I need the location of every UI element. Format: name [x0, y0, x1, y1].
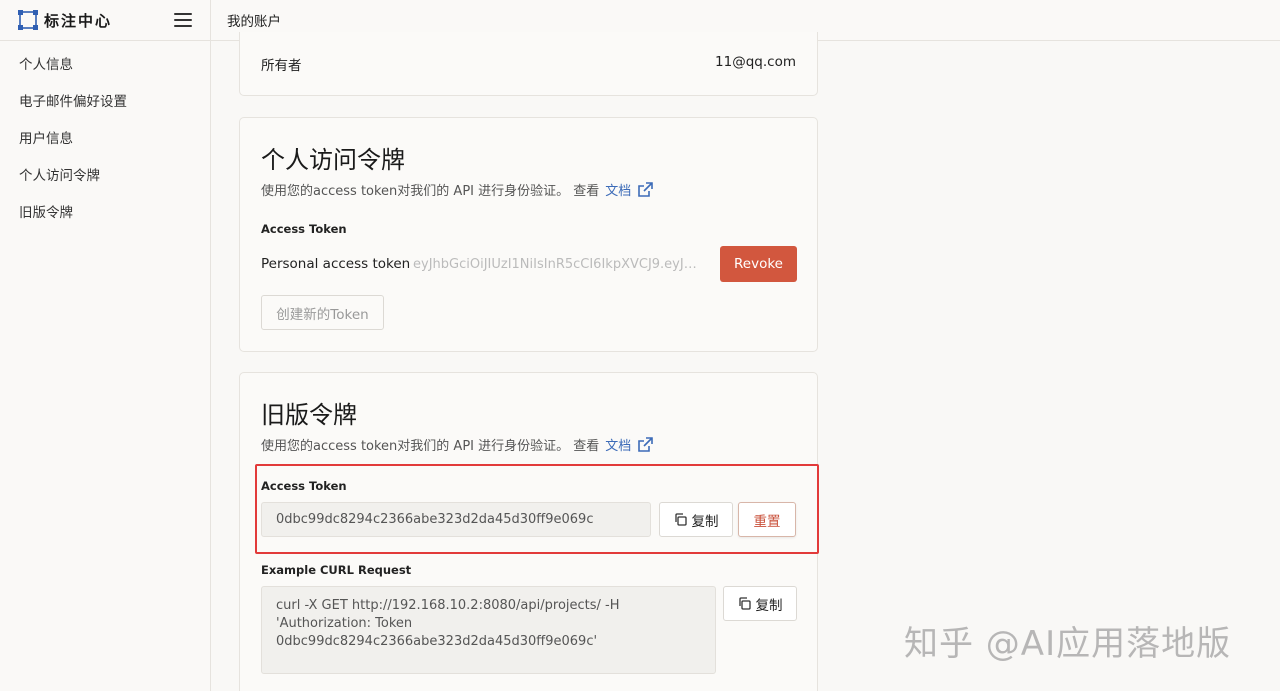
sidebar-item-personal-info[interactable]: 个人信息	[0, 53, 210, 90]
owner-value: 11@qq.com	[715, 54, 796, 70]
token-row: Personal access token eyJhbGciOiJIUzI1Ni…	[261, 246, 797, 282]
curl-label: Example CURL Request	[261, 563, 412, 577]
legacy-token-field[interactable]: 0dbc99dc8294c2366abe323d2da45d30ff9e069c	[261, 502, 651, 537]
sidebar-nav: 个人信息 电子邮件偏好设置 用户信息 个人访问令牌 旧版令牌	[0, 41, 210, 238]
section-title: 旧版令牌	[261, 401, 357, 429]
create-token-button[interactable]: 创建新的Token	[261, 295, 384, 330]
owner-card: 所有者 11@qq.com	[239, 32, 818, 96]
sidebar-item-user-info[interactable]: 用户信息	[0, 127, 210, 164]
token-value: eyJhbGciOiJIUzI1NiIsInR5cCI6IkpXVCJ9.eyJ…	[413, 256, 697, 272]
watermark: 知乎 @AI应用落地版	[904, 624, 1232, 664]
sidebar-item-email-preferences[interactable]: 电子邮件偏好设置	[0, 90, 210, 127]
copy-icon	[674, 513, 687, 526]
reset-token-button[interactable]: 重置	[738, 502, 796, 537]
external-link-icon	[638, 181, 654, 197]
access-token-label: Access Token	[261, 222, 347, 236]
description-text: 使用您的access token对我们的 API 进行身份验证。 查看	[261, 184, 600, 199]
docs-link[interactable]: 文档	[605, 180, 654, 199]
owner-row: 所有者 11@qq.com	[261, 54, 796, 74]
access-token-label: Access Token	[261, 479, 347, 493]
docs-link[interactable]: 文档	[605, 435, 654, 454]
copy-label: 复制	[691, 513, 719, 530]
curl-line: curl -X GET http://192.168.10.2:8080/api…	[276, 598, 620, 613]
copy-label: 复制	[755, 597, 783, 614]
copy-token-button[interactable]: 复制	[659, 502, 733, 537]
token-name: Personal access token	[261, 256, 411, 272]
sidebar-item-personal-access-token[interactable]: 个人访问令牌	[0, 164, 210, 201]
curl-example-box[interactable]: curl -X GET http://192.168.10.2:8080/api…	[261, 586, 716, 674]
page-title: 我的账户	[227, 14, 281, 30]
brand-name: 标注中心	[44, 11, 113, 30]
copy-curl-button[interactable]: 复制	[723, 586, 797, 621]
hamburger-menu-icon[interactable]	[174, 13, 192, 27]
sidebar-header: 标注中心	[0, 0, 210, 41]
external-link-icon	[638, 436, 654, 452]
description-text: 使用您的access token对我们的 API 进行身份验证。 查看	[261, 439, 600, 454]
copy-icon	[738, 597, 751, 610]
revoke-button[interactable]: Revoke	[720, 246, 797, 282]
annotation-logo-icon	[18, 10, 38, 30]
owner-label: 所有者	[261, 58, 302, 74]
section-description: 使用您的access token对我们的 API 进行身份验证。 查看 文档	[261, 180, 654, 199]
curl-line: 0dbc99dc8294c2366abe323d2da45d30ff9e069c…	[276, 634, 598, 649]
sidebar-item-legacy-token[interactable]: 旧版令牌	[0, 201, 210, 238]
legacy-token-card: 旧版令牌 使用您的access token对我们的 API 进行身份验证。 查看…	[239, 372, 819, 691]
curl-line: 'Authorization: Token	[276, 616, 413, 631]
docs-link-label: 文档	[605, 184, 632, 199]
personal-access-token-card: 个人访问令牌 使用您的access token对我们的 API 进行身份验证。 …	[239, 117, 818, 352]
sidebar: 标注中心 个人信息 电子邮件偏好设置 用户信息 个人访问令牌 旧版令牌	[0, 0, 211, 691]
section-description: 使用您的access token对我们的 API 进行身份验证。 查看 文档	[261, 435, 654, 454]
section-title: 个人访问令牌	[261, 146, 405, 174]
docs-link-label: 文档	[605, 439, 632, 454]
